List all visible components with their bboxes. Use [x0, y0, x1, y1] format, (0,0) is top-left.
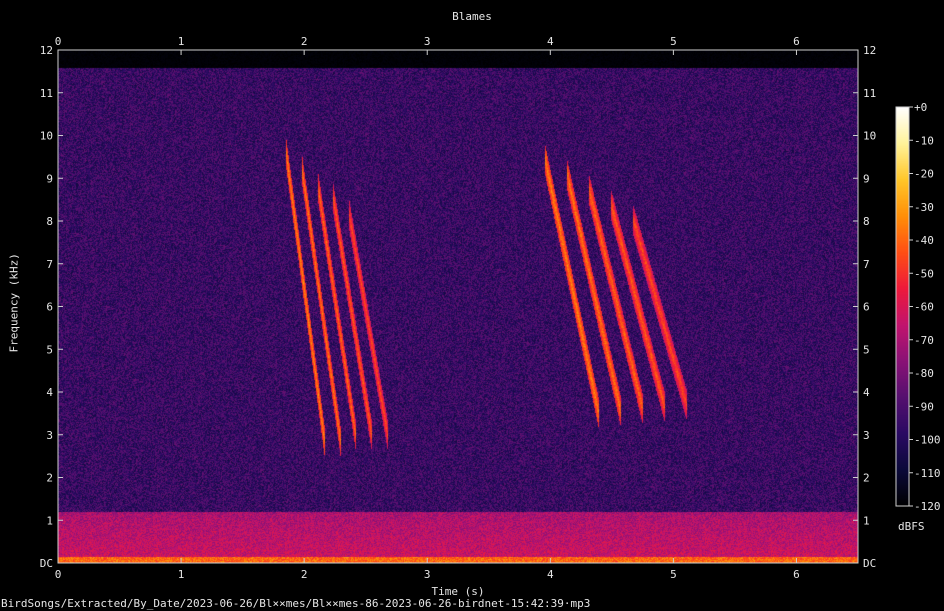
x-tick-label-bottom: 5 — [670, 568, 677, 581]
x-tick-label-top: 6 — [793, 35, 800, 48]
x-tick-label-top: 1 — [178, 35, 185, 48]
x-tick-label-top: 2 — [301, 35, 308, 48]
y-tick-label-right: DC — [863, 557, 876, 570]
colorbar-tick-label: -100 — [914, 434, 941, 447]
x-tick-label-top: 0 — [55, 35, 62, 48]
y-tick-label-right: 10 — [863, 130, 876, 143]
y-tick-label-right: 12 — [863, 44, 876, 57]
y-tick-label-left: 3 — [46, 429, 53, 442]
plot-frame — [57, 49, 859, 564]
colorbar-tick-label: -60 — [914, 301, 934, 314]
y-tick-label-right: 9 — [863, 172, 870, 185]
y-tick-label-left: 10 — [40, 130, 53, 143]
y-tick-label-left: 6 — [46, 301, 53, 314]
y-tick-label-right: 3 — [863, 429, 870, 442]
x-tick-label-bottom: 4 — [547, 568, 554, 581]
y-tick-label-right: 2 — [863, 472, 870, 485]
y-tick-label-right: 7 — [863, 258, 870, 271]
colorbar-unit: dBFS — [898, 520, 925, 533]
y-tick-label-right: 8 — [863, 215, 870, 228]
y-tick-label-right: 11 — [863, 87, 876, 100]
y-tick-label-left: 4 — [46, 386, 53, 399]
x-axis-label: Time (s) — [431, 585, 485, 598]
y-tick-label-right: 1 — [863, 514, 870, 527]
colorbar-tick-label: -30 — [914, 201, 934, 214]
chart-title: Blames — [452, 10, 492, 23]
y-tick-label-right: 6 — [863, 301, 870, 314]
y-tick-label-right: 4 — [863, 386, 870, 399]
x-tick-label-top: 3 — [424, 35, 431, 48]
y-tick-label-left: 12 — [40, 44, 53, 57]
x-tick-label-bottom: 1 — [178, 568, 185, 581]
y-axis-label: Frequency (kHz) — [7, 253, 21, 353]
x-tick-label-top: 4 — [547, 35, 554, 48]
y-tick-label-left: 7 — [46, 258, 53, 271]
x-tick-label-bottom: 3 — [424, 568, 431, 581]
file-path-footer: BirdSongs/Extracted/By_Date/2023-06-26/B… — [1, 597, 591, 610]
colorbar-tick-label: -50 — [914, 267, 934, 280]
colorbar-tick-label: -120 — [914, 500, 941, 513]
y-tick-label-right: 5 — [863, 343, 870, 356]
y-tick-label-left: 11 — [40, 87, 53, 100]
y-tick-label-left: 2 — [46, 472, 53, 485]
colorbar-tick-label: -40 — [914, 234, 934, 247]
spectrogram-axes: 00112233445566DC DC1 12 23 34 45 56 67 78 89 910 10… — [40, 35, 941, 581]
colorbar-tick-label: -80 — [914, 367, 934, 380]
colorbar-tick-label: -90 — [914, 400, 934, 413]
y-tick-label-left: 1 — [46, 514, 53, 527]
colorbar-tick-label: -70 — [914, 334, 934, 347]
colorbar-tick-label: -10 — [914, 134, 934, 147]
x-tick-label-bottom: 2 — [301, 568, 308, 581]
spectrogram-figure: 0 0 1 1 2 2 3 3 4 4 5 5 6 6 DC DC 1 1 2 2 3 3 4 4 5 5 6 6 7 7 8 8 9 9 10 10… — [0, 0, 944, 611]
y-tick-label-left: 8 — [46, 215, 53, 228]
colorbar-tick-label: +0 — [914, 101, 927, 114]
y-tick-label-left: 9 — [46, 172, 53, 185]
colorbar-frame — [895, 106, 910, 507]
y-tick-label-left: DC — [40, 557, 53, 570]
y-tick-label-left: 5 — [46, 343, 53, 356]
x-tick-label-top: 5 — [670, 35, 677, 48]
x-tick-label-bottom: 6 — [793, 568, 800, 581]
x-tick-label-bottom: 0 — [55, 568, 62, 581]
colorbar-tick-label: -20 — [914, 168, 934, 181]
colorbar-tick-label: -110 — [914, 467, 941, 480]
